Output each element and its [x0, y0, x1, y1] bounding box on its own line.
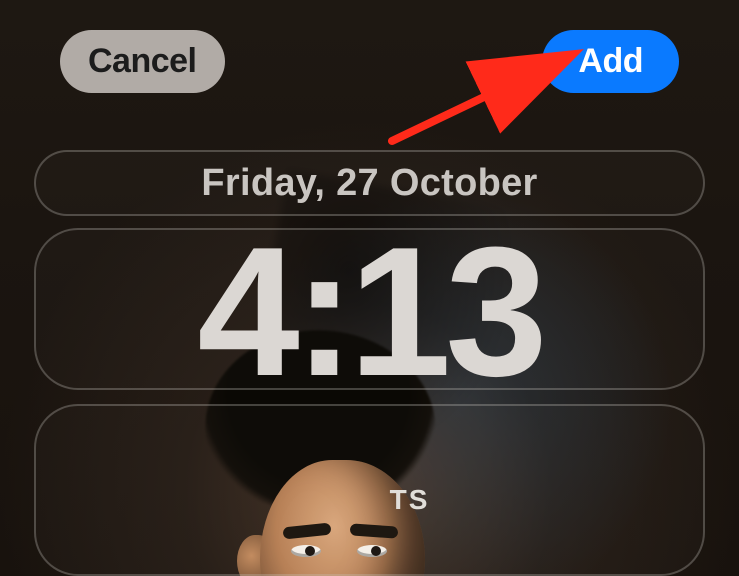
bottom-widget-text-fragment: TS: [390, 484, 430, 516]
lockscreen-editor: Cancel Add Friday, 27 October 4:13 TS: [0, 0, 739, 576]
top-bar: Cancel Add: [0, 30, 739, 93]
add-button[interactable]: Add: [542, 30, 679, 93]
date-text: Friday, 27 October: [201, 162, 537, 205]
cancel-button[interactable]: Cancel: [60, 30, 225, 93]
date-widget-slot[interactable]: Friday, 27 October: [34, 150, 705, 216]
clock-time: 4:13: [197, 219, 541, 403]
clock-widget-slot[interactable]: 4:13: [34, 228, 705, 390]
bottom-widget-slot[interactable]: TS: [34, 404, 705, 576]
